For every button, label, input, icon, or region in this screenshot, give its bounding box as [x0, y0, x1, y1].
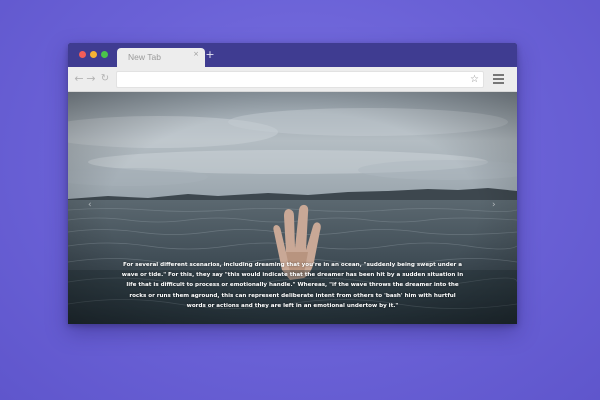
close-window-button[interactable] [79, 51, 86, 58]
slide-previous-icon[interactable]: ‹ [88, 200, 92, 210]
page-viewport: ‹ › For several different scenarios, inc… [68, 92, 517, 324]
back-arrow-icon[interactable]: ← [73, 72, 85, 86]
bookmark-star-icon[interactable]: ☆ [470, 72, 479, 87]
address-bar[interactable]: ☆ [116, 71, 484, 88]
close-tab-icon[interactable]: × [193, 50, 199, 58]
tab-label: New Tab [128, 52, 161, 62]
forward-arrow-icon[interactable]: → [85, 72, 97, 86]
browser-window: New Tab × + ← → ↻ ☆ ‹ › For several diff… [68, 43, 517, 324]
hamburger-menu-icon[interactable] [493, 74, 504, 84]
reload-icon[interactable]: ↻ [99, 72, 111, 86]
maximize-window-button[interactable] [101, 51, 108, 58]
title-bar: New Tab × + [68, 43, 517, 67]
new-tab-button[interactable]: + [204, 49, 216, 61]
tab-new-tab[interactable]: New Tab × [117, 48, 205, 67]
browser-toolbar: ← → ↻ ☆ [68, 67, 517, 92]
slide-caption: For several different scenarios, includi… [121, 262, 464, 309]
slide-next-icon[interactable]: › [492, 200, 496, 210]
minimize-window-button[interactable] [90, 51, 97, 58]
